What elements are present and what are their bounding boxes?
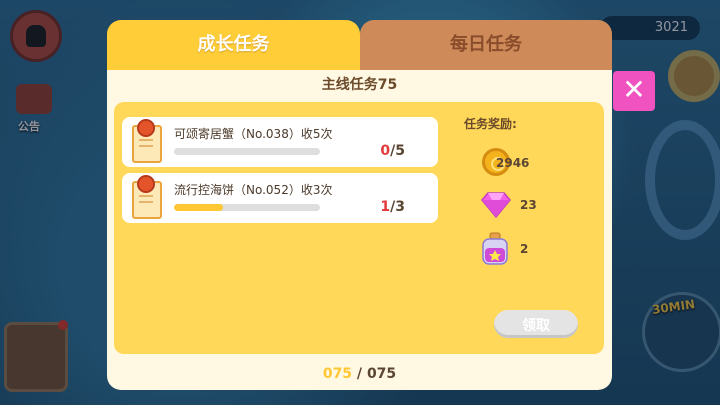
reward-value: 2 xyxy=(520,242,529,256)
task-item: 可颂寄居蟹（No.038）收5次 0/5 xyxy=(122,117,438,167)
task-progress-current: 0 xyxy=(380,143,391,159)
claim-reward-button[interactable]: 领取 xyxy=(494,310,578,338)
close-button[interactable]: ✕ xyxy=(613,71,655,111)
tab-daily-tasks[interactable]: 每日任务 xyxy=(360,20,612,74)
potion-icon xyxy=(482,232,508,265)
reward-item-coin: 2946 xyxy=(474,146,594,182)
task-progress-total: /3 xyxy=(390,199,405,215)
task-note-icon xyxy=(132,175,162,219)
note-line xyxy=(139,195,153,197)
task-page-counter: 075 / 075 xyxy=(107,366,612,382)
page-total: 075 xyxy=(366,366,397,382)
task-progress-current: 1 xyxy=(380,199,391,215)
note-line xyxy=(139,201,153,203)
page-current: 075 xyxy=(322,366,353,382)
task-dialog: 成长任务 每日任务 主线任务75 可颂寄居蟹（No.038）收5次 0/5 流行… xyxy=(107,20,612,390)
task-title: 流行控海饼（No.052）收3次 xyxy=(174,183,333,197)
reward-value: 23 xyxy=(520,198,537,212)
task-progress-count: 1/3 xyxy=(380,199,405,215)
task-progress-count: 0/5 xyxy=(380,143,405,159)
page-separator: / xyxy=(352,366,367,382)
reward-item-gem: 23 xyxy=(474,188,594,224)
reward-title: 任务奖励: xyxy=(464,117,517,131)
task-progress-bar xyxy=(174,204,320,211)
task-content-area: 可颂寄居蟹（No.038）收5次 0/5 流行控海饼（No.052）收3次 1/… xyxy=(114,102,604,354)
reward-panel: 任务奖励: 2946 23 2 领取 xyxy=(452,102,604,354)
pin-icon xyxy=(137,119,155,137)
reward-item-potion: 2 xyxy=(474,232,594,268)
task-progress-total: /5 xyxy=(390,143,405,159)
task-progress-fill xyxy=(174,204,223,211)
task-title: 可颂寄居蟹（No.038）收5次 xyxy=(174,127,333,141)
gem-icon xyxy=(481,192,511,219)
task-panel: 主线任务75 可颂寄居蟹（No.038）收5次 0/5 流行控海饼（No.052… xyxy=(107,70,612,390)
task-progress-bar xyxy=(174,148,320,155)
note-line xyxy=(139,145,153,147)
note-line xyxy=(139,139,153,141)
mainline-task-title: 主线任务75 xyxy=(321,77,398,93)
reward-value: 2946 xyxy=(496,156,530,170)
tab-growth-tasks[interactable]: 成长任务 xyxy=(107,20,360,74)
pin-icon xyxy=(137,175,155,193)
task-note-icon xyxy=(132,119,162,163)
task-item: 流行控海饼（No.052）收3次 1/3 xyxy=(122,173,438,223)
